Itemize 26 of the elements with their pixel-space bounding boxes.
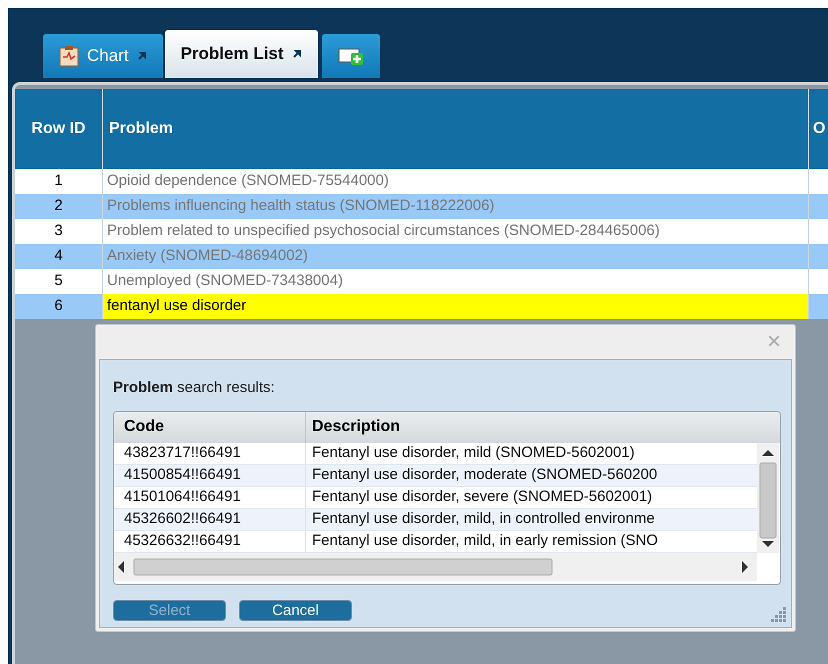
- table-cell[interactable]: 41501064!!66491: [114, 486, 306, 508]
- table-cell[interactable]: 41500854!!66491: [114, 464, 306, 486]
- table-cell[interactable]: Fentanyl use disorder, mild, in controlled environme: [306, 508, 757, 530]
- table-cell[interactable]: Fentanyl use disorder, severe (SNOMED-5602001): [306, 486, 757, 508]
- table-cell[interactable]: Fentanyl use disorder, mild (SNOMED-5602001): [306, 442, 757, 464]
- vertical-scrollbar[interactable]: [757, 442, 779, 552]
- column-header[interactable]: O: [813, 117, 826, 141]
- add-tab-icon[interactable]: [338, 46, 364, 66]
- table-cell[interactable]: 45326632!!66491: [114, 530, 306, 552]
- table-cell[interactable]: Fentanyl use disorder, mild, in early remission (SNO: [306, 530, 757, 552]
- pin-icon[interactable]: [292, 49, 302, 59]
- tab[interactable]: Chart: [43, 34, 163, 78]
- table-cell[interactable]: 45326602!!66491: [114, 508, 306, 530]
- table-cell[interactable]: 43823717!!66491: [114, 442, 306, 464]
- tab[interactable]: Problem List: [164, 30, 318, 78]
- tab[interactable]: [322, 34, 380, 78]
- column-header[interactable]: Row ID: [31, 117, 86, 141]
- table-cell[interactable]: Fentanyl use disorder, moderate (SNOMED-560200: [306, 464, 757, 486]
- cancel-button[interactable]: Cancel: [239, 600, 352, 620]
- horizontal-scrollbar[interactable]: [114, 552, 757, 580]
- clipboard-icon: [59, 45, 79, 67]
- resize-grip-icon[interactable]: [771, 607, 787, 623]
- column-header[interactable]: Description: [306, 412, 780, 442]
- column-header[interactable]: Problem: [109, 117, 174, 141]
- dialog-heading: Problem search results:: [113, 378, 276, 398]
- table-cell[interactable]: fentanyl use disorder: [103, 294, 809, 319]
